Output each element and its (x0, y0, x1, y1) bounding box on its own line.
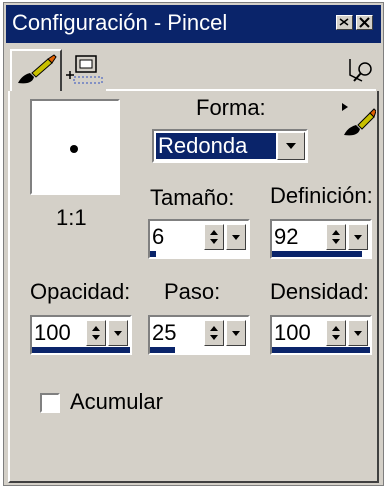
minimize-button[interactable] (336, 15, 353, 30)
step-spin-menu[interactable] (226, 320, 246, 346)
density-spin-buttons[interactable] (326, 320, 368, 346)
spin-arrows-icon (210, 326, 218, 340)
chevron-down-icon (286, 143, 296, 149)
size-value: 6 (152, 224, 165, 249)
step-label: Paso: (164, 279, 221, 304)
accumulate-checkbox[interactable] (40, 393, 60, 413)
hardness-spin-up[interactable] (326, 224, 346, 250)
density-label: Densidad: (270, 279, 370, 304)
step-spin-up[interactable] (204, 320, 224, 346)
density-level-track (272, 347, 370, 353)
density-spin-up[interactable] (326, 320, 346, 346)
shape-dropdown-button[interactable] (277, 132, 305, 160)
shape-label: Forma: (196, 95, 266, 120)
size-level-bar (150, 251, 156, 257)
size-label: Tamaño: (150, 185, 235, 210)
step-spinbox[interactable]: 25 (148, 315, 250, 355)
step-level-bar (150, 347, 175, 353)
brush-preview (30, 99, 120, 195)
opacity-label: Opacidad: (30, 279, 131, 304)
size-spin-up[interactable] (204, 224, 224, 250)
spin-arrows-icon (332, 326, 340, 340)
density-value: 100 (274, 320, 311, 345)
brush-settings-icon (66, 55, 103, 84)
arrow-down-icon (232, 235, 240, 240)
tab-brush[interactable] (10, 49, 62, 91)
opacity-level-bar (32, 347, 130, 353)
hardness-level-track (272, 251, 370, 257)
brush-tab-icon (18, 54, 57, 84)
step-level-track (150, 347, 248, 353)
title-bar[interactable]: Configuración - Pincel (6, 5, 381, 43)
step-value: 25 (152, 320, 177, 345)
arrow-down-icon (354, 331, 362, 336)
hardness-value: 92 (274, 224, 299, 249)
opacity-spin-buttons[interactable] (86, 320, 128, 346)
opacity-value: 100 (34, 320, 71, 345)
brush-options-icon[interactable] (340, 101, 376, 141)
shape-select[interactable]: Redonda (152, 129, 308, 163)
density-spinbox[interactable]: 100 (270, 315, 372, 355)
tab-brush-settings[interactable] (62, 53, 110, 89)
size-level-track (150, 251, 248, 257)
minimize-icon (339, 18, 349, 26)
preview-scale: 1:1 (56, 205, 87, 230)
hardness-level-bar (272, 251, 363, 257)
opacity-spin-menu[interactable] (108, 320, 128, 346)
opacity-spinbox[interactable]: 100 (30, 315, 132, 355)
brush-tip-dot (70, 145, 78, 153)
shape-value: Redonda (155, 132, 277, 160)
size-spin-menu[interactable] (226, 224, 246, 250)
opacity-level-track (32, 347, 130, 353)
arrow-down-icon (114, 331, 122, 336)
density-level-bar (272, 347, 370, 353)
size-spin-buttons[interactable] (204, 224, 246, 250)
spin-arrows-icon (92, 326, 100, 340)
spin-arrows-icon (332, 230, 340, 244)
density-spin-menu[interactable] (348, 320, 368, 346)
step-spin-buttons[interactable] (204, 320, 246, 346)
brush-settings-panel: Configuración - Pincel 1:1 Forma: Redond… (3, 2, 384, 486)
hardness-spin-menu[interactable] (348, 224, 368, 250)
close-button[interactable] (356, 15, 373, 30)
size-spinbox[interactable]: 6 (148, 219, 250, 259)
hardness-spin-buttons[interactable] (326, 224, 368, 250)
opacity-spin-up[interactable] (86, 320, 106, 346)
arrow-down-icon (354, 235, 362, 240)
reset-icon[interactable] (346, 55, 376, 85)
window-title: Configuración - Pincel (12, 10, 228, 35)
hardness-spinbox[interactable]: 92 (270, 219, 372, 259)
tab-bar (6, 43, 381, 91)
close-icon (359, 17, 370, 28)
accumulate-label: Acumular (70, 389, 163, 414)
hardness-label: Definición: (270, 183, 373, 208)
arrow-down-icon (232, 331, 240, 336)
spin-arrows-icon (210, 230, 218, 244)
